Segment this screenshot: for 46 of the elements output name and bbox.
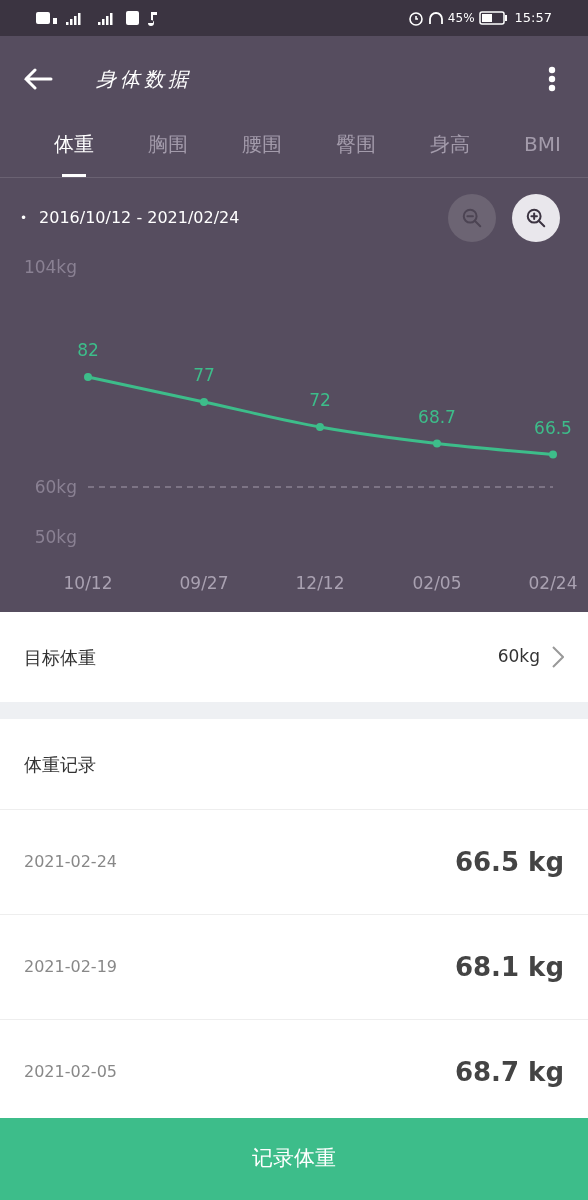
data-label: 72 (309, 390, 331, 410)
axis-label: 09/27 (179, 573, 229, 593)
tab-indicator (62, 174, 86, 177)
records-title: 体重记录 (24, 752, 96, 777)
zoom-out-icon (461, 207, 483, 229)
zoom-in-icon (525, 207, 547, 229)
axis-label: 10/12 (63, 573, 113, 593)
data-label: 77 (193, 365, 215, 385)
tab[interactable]: 胸围 (148, 122, 188, 177)
tab[interactable]: 腰围 (242, 122, 282, 177)
more-icon (548, 66, 556, 92)
record-date: 2021-02-19 (24, 956, 117, 978)
target-label: 目标体重 (24, 645, 96, 670)
back-icon (23, 68, 53, 90)
axis-label: 02/24 (528, 573, 578, 593)
axis-label: 02/05 (412, 573, 462, 593)
data-point (316, 423, 324, 431)
tab[interactable]: BMI (524, 122, 561, 177)
data-label: 82 (77, 340, 99, 360)
record-weight-button[interactable]: 记录体重 (0, 1118, 588, 1200)
clock: 15:57 (514, 9, 552, 28)
data-point (84, 373, 92, 381)
target-value: 60kg (497, 645, 540, 669)
data-label: 66.5 (534, 417, 572, 438)
data-label: 68.7 (418, 406, 456, 427)
bullet: • (20, 210, 28, 227)
record-date: 2021-02-05 (24, 1061, 117, 1083)
data-point (200, 398, 208, 406)
record-weight: 68.1 kg (454, 950, 564, 984)
battery-icon (478, 11, 507, 25)
battery-percent: 45% (447, 10, 475, 27)
headphones-icon (427, 10, 444, 26)
axis-label: 12/12 (295, 573, 345, 593)
date-range: 2016/10/12 - 2021/02/24 (39, 207, 240, 229)
zoom-in-button[interactable] (512, 194, 560, 242)
record-weight: 66.5 kg (454, 845, 564, 879)
data-point (433, 439, 441, 448)
alarm-icon (407, 10, 424, 26)
tab[interactable]: 身高 (430, 122, 470, 177)
tab[interactable]: 臀围 (336, 122, 376, 177)
record-date: 2021-02-24 (24, 851, 117, 873)
tab[interactable]: 体重 (54, 122, 94, 177)
data-point (549, 450, 557, 459)
chevron-right-icon (552, 646, 564, 668)
record-weight: 68.7 kg (454, 1055, 564, 1089)
page-title: 身体数据 (96, 66, 192, 93)
